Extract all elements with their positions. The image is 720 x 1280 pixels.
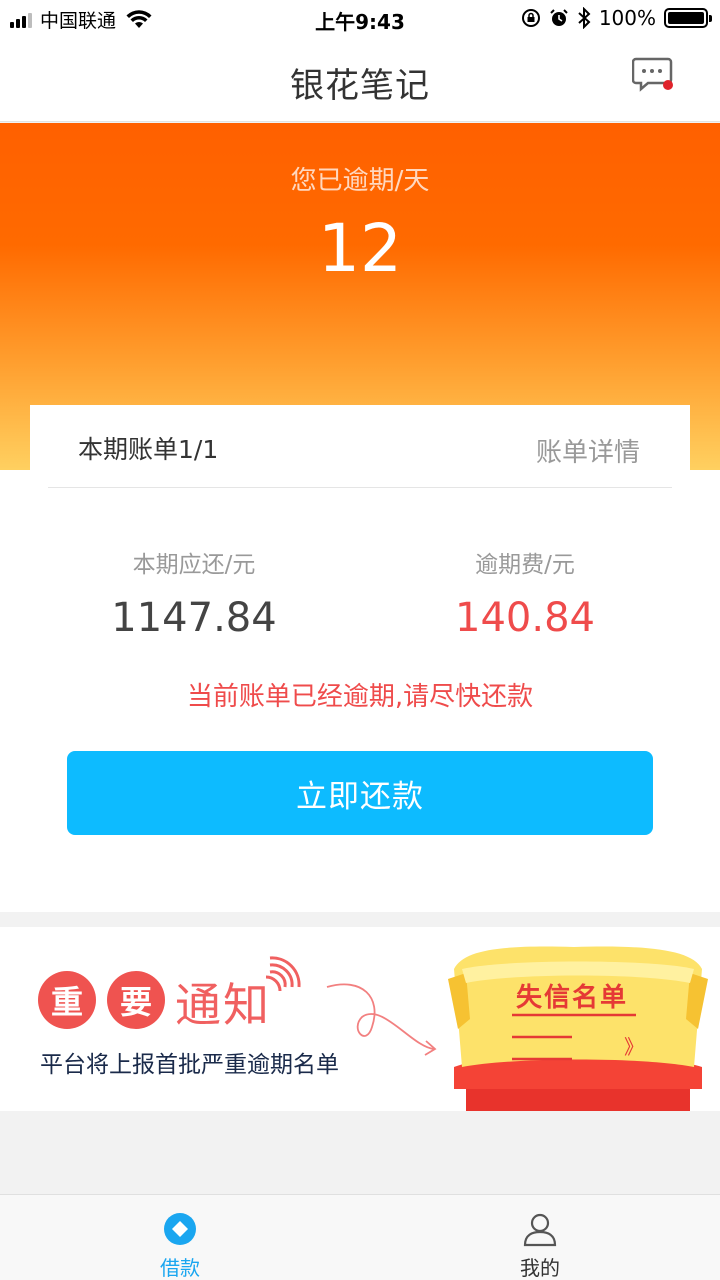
tab-mine-label: 我的 <box>520 1256 560 1280</box>
rotation-lock-icon <box>521 9 540 27</box>
notice-title: 通知 <box>175 978 271 1032</box>
repay-now-button[interactable]: 立即还款 <box>67 751 653 835</box>
overdue-label: 您已逾期/天 <box>290 166 430 196</box>
notice-banner[interactable]: 重 要 通知 平台将上报首批严重逾期名单 失信名单 》 <box>0 927 720 1111</box>
bill-period: 本期账单1/1 <box>78 435 219 464</box>
screen: 中国联通 上午9:43 100% 银花笔记 您已逾期/天 12 本期账单1/1 … <box>0 0 720 1280</box>
battery-icon <box>664 8 712 28</box>
blacklist-arrow: 》 <box>624 1035 644 1059</box>
curved-arrow-icon <box>326 983 437 1056</box>
message-icon[interactable] <box>632 56 676 96</box>
banner-subtitle: 平台将上报首批严重逾期名单 <box>40 1052 339 1078</box>
page-title: 银花笔记 <box>290 66 430 106</box>
nav-bar: 银花笔记 <box>0 38 720 122</box>
badge-important-1: 重 <box>38 971 96 1029</box>
status-right: 100% <box>521 6 712 30</box>
late-fee-label: 逾期费/元 <box>475 552 575 578</box>
tab-bar: 借款 我的 <box>0 1194 720 1280</box>
bluetooth-icon <box>578 7 591 29</box>
badge-important-2: 要 <box>107 971 165 1029</box>
battery-percent: 100% <box>598 6 656 30</box>
amount-due-label: 本期应还/元 <box>132 552 256 578</box>
alarm-icon <box>550 9 568 26</box>
amount-due-value: 1147.84 <box>111 595 277 641</box>
status-bar: 中国联通 上午9:43 100% <box>0 0 720 38</box>
broadcast-icon <box>265 956 301 992</box>
user-icon <box>523 1213 557 1247</box>
divider <box>48 487 672 488</box>
overdue-days: 12 <box>318 210 402 287</box>
blacklist-title: 失信名单 <box>516 983 629 1013</box>
overdue-warning: 当前账单已经逾期,请尽快还款 <box>186 682 534 712</box>
loan-icon <box>164 1213 196 1245</box>
blacklist-scroll-icon <box>448 946 708 1111</box>
tab-loan[interactable]: 借款 <box>80 1195 280 1280</box>
tab-mine[interactable]: 我的 <box>440 1195 640 1280</box>
bill-detail-link[interactable]: 账单详情 <box>536 432 640 469</box>
late-fee-value: 140.84 <box>455 595 595 641</box>
tab-loan-label: 借款 <box>160 1256 200 1280</box>
